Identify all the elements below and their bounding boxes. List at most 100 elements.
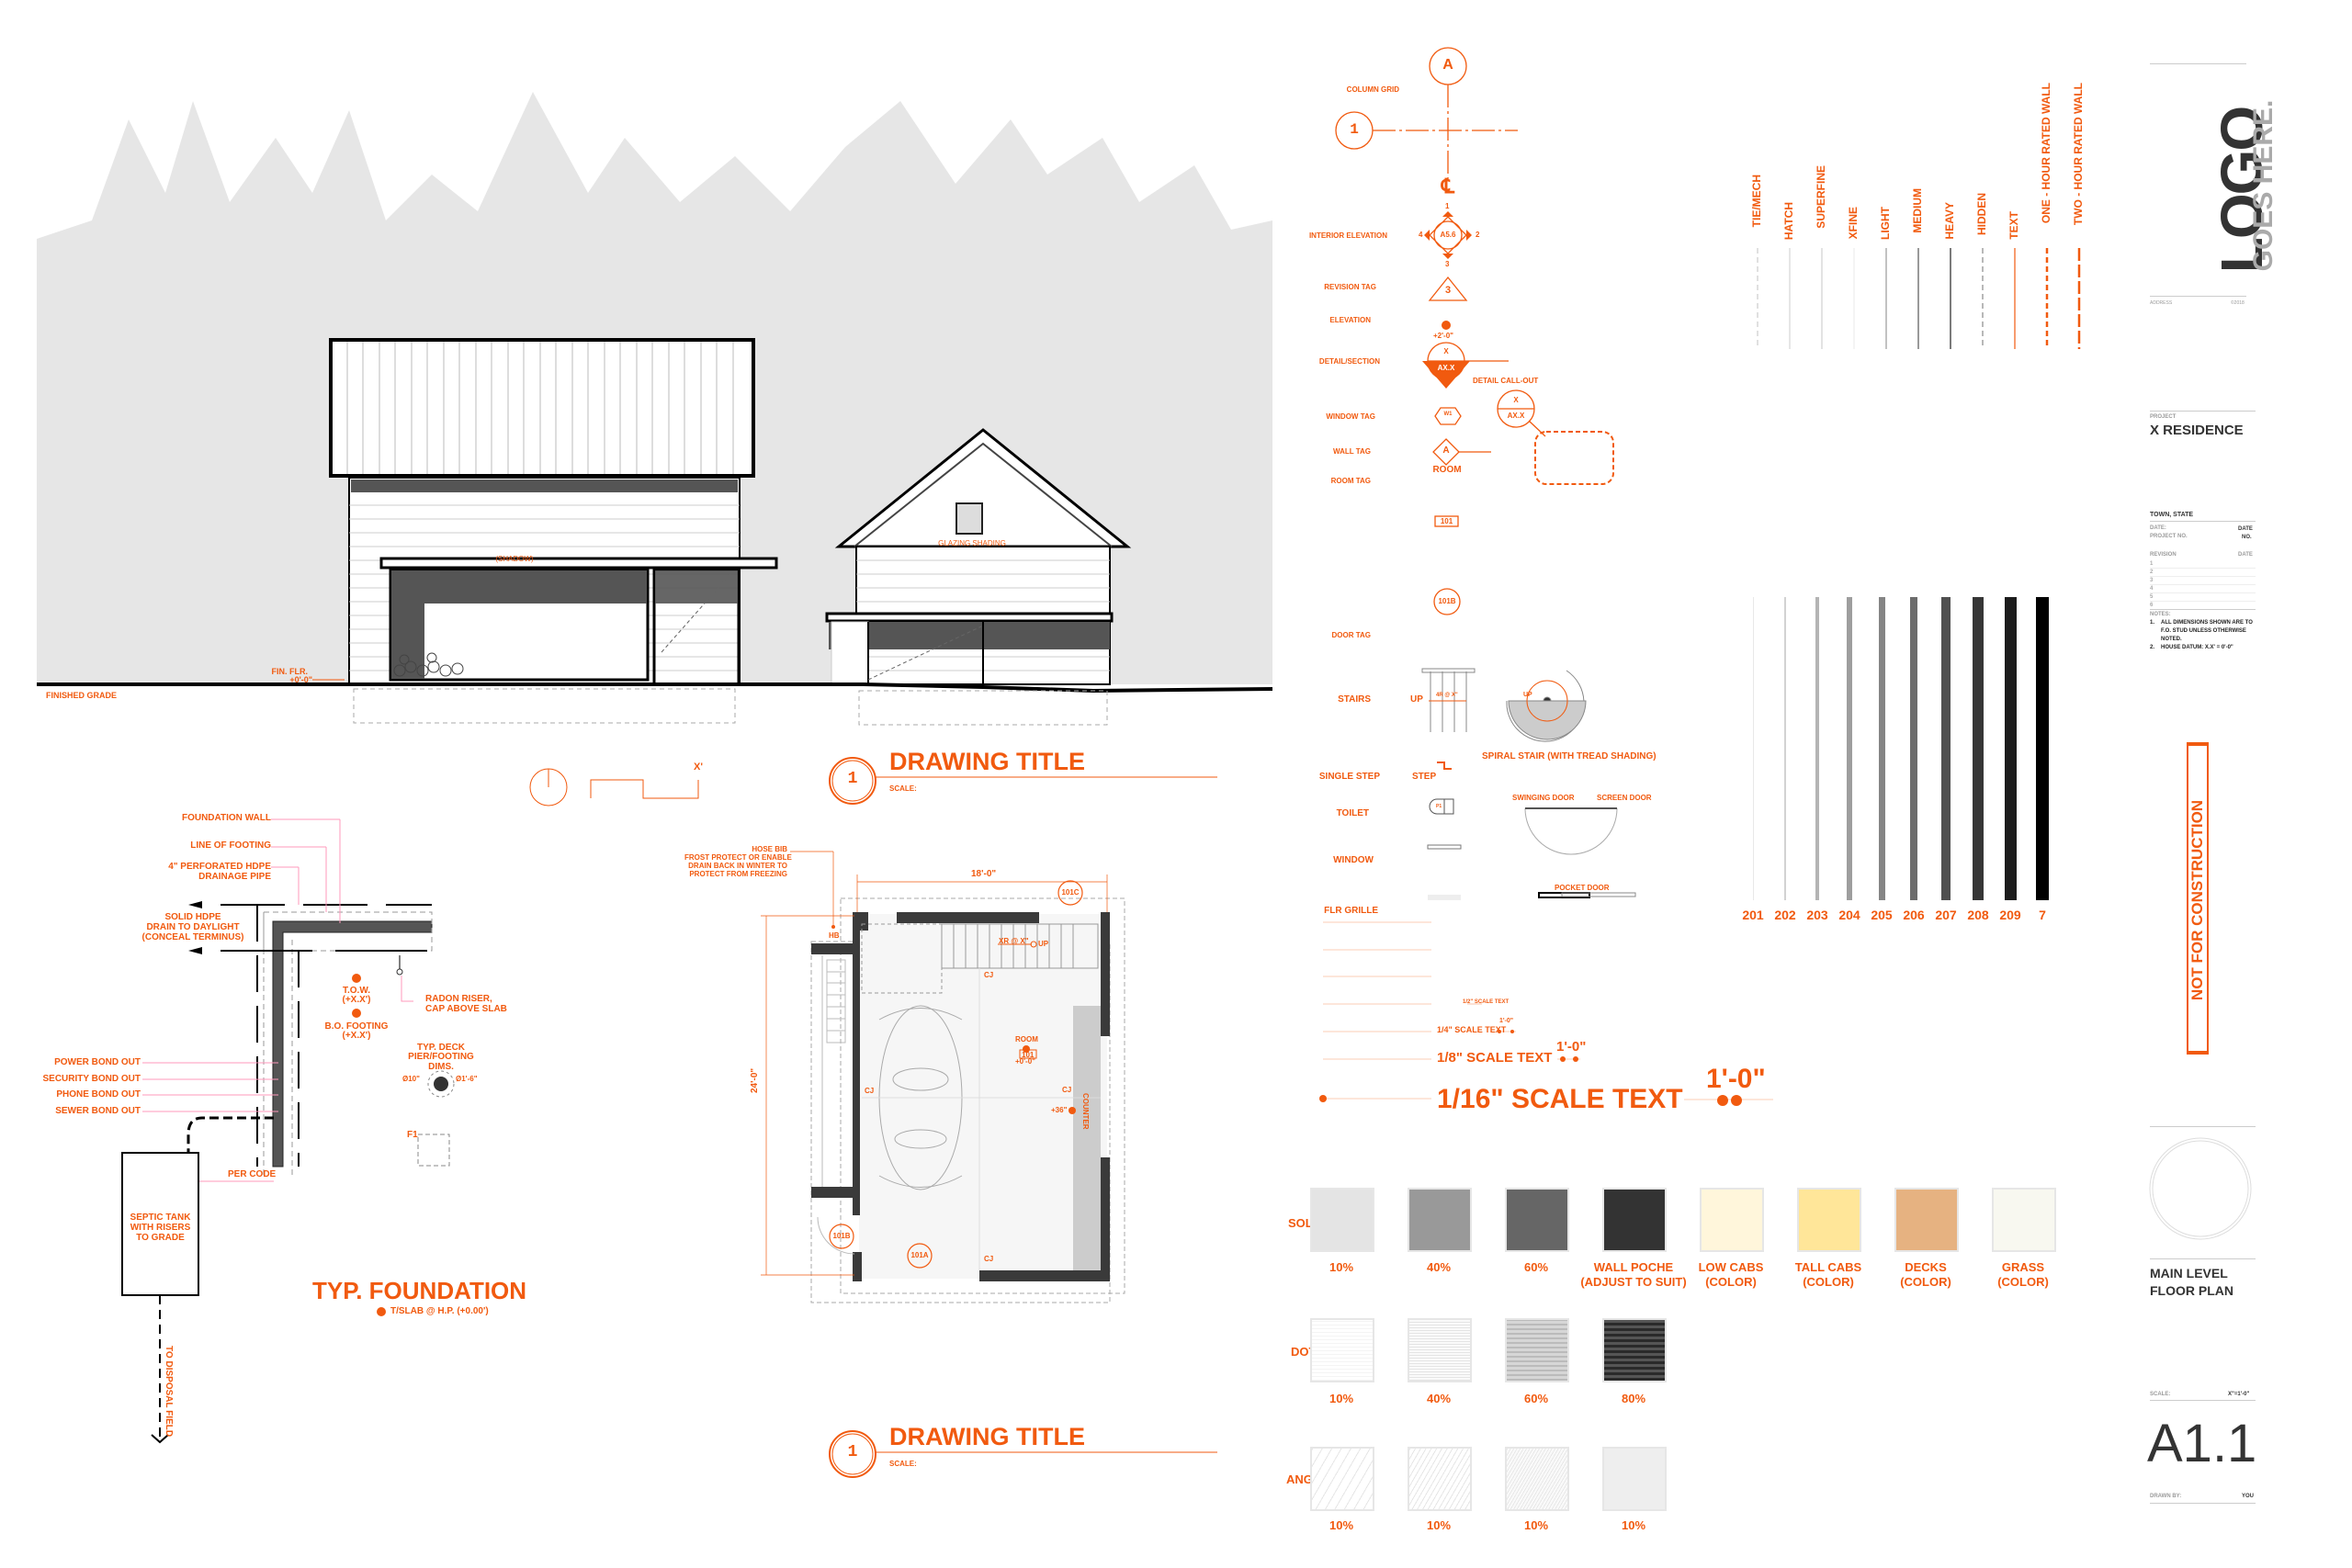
- septic-tank-label-3: TO GRADE: [136, 1233, 185, 1243]
- project-name: X RESIDENCE: [2150, 423, 2244, 438]
- room-tag-label: ROOM TAG: [1330, 477, 1371, 485]
- revision-row: 3: [2150, 577, 2256, 585]
- single-step-label: SINGLE STEP: [1318, 772, 1380, 782]
- sewer-bond-out-callout: SEWER BOND OUT: [55, 1106, 141, 1116]
- door-tag-101c[interactable]: 101C: [1058, 888, 1082, 897]
- hatch-swatch-dots: [1310, 1318, 1374, 1382]
- project-location: TOWN, STATE: [2150, 512, 2194, 518]
- door-tag-101b[interactable]: 101B: [830, 1232, 854, 1240]
- notes-list: 1. ALL DIMENSIONS SHOWN ARE TO F.O. STUD …: [2150, 619, 2256, 652]
- interior-elevation-n4: 4: [1419, 231, 1423, 239]
- drawing-title-2: 1 DRAWING TITLE SCALE:: [822, 1419, 1217, 1483]
- pen-weight-bar: [1752, 597, 1754, 900]
- line-type-label: TEXT: [2007, 211, 2020, 240]
- hatch-label: 10%: [1621, 1518, 1646, 1532]
- revision-row: 1: [2150, 560, 2256, 569]
- line-type-sample: [1950, 248, 1951, 349]
- grade-line: [37, 682, 1273, 694]
- hatch-label: 60%: [1523, 1392, 1549, 1405]
- finished-grade-label: FINISHED GRADE: [46, 691, 117, 700]
- hatch-label: 10%: [1329, 1260, 1354, 1274]
- hatch-swatch-dots: [1602, 1318, 1667, 1382]
- pen-weight-bar: [1973, 597, 1984, 900]
- security-bond-out-callout: SECURITY BOND OUT: [42, 1074, 141, 1084]
- drainage-pipe-callout-1: 4" PERFORATED HDPE: [168, 862, 271, 872]
- hatch-swatch-dots: [1408, 1318, 1472, 1382]
- revision-row: 4: [2150, 585, 2256, 593]
- note-number: 2.: [2150, 645, 2155, 650]
- drawing-number-2: 1: [847, 1443, 858, 1461]
- toilet-value: P1: [1436, 804, 1442, 809]
- window-tag-label: WINDOW TAG: [1326, 412, 1375, 421]
- date-label: DATE:: [2150, 525, 2166, 531]
- hatch-swatch-angled: [1408, 1447, 1472, 1511]
- hatch-swatch-solid: [1505, 1188, 1569, 1252]
- hatch-label: LOW CABS: [1698, 1260, 1764, 1274]
- per-code-label: PER CODE: [228, 1169, 277, 1179]
- pen-weight-bar: [1878, 597, 1885, 900]
- control-joint-label-1: CJ: [984, 971, 994, 979]
- line-type-label: SUPERFINE: [1815, 165, 1827, 229]
- detail-callout-bottom: AX.X: [1507, 412, 1525, 420]
- line-of-footing-callout: LINE OF FOOTING: [190, 840, 271, 851]
- symbols-legend: COLUMN GRID A 1 ℄ INTERIOR ELEVATION A5.…: [1305, 37, 1672, 919]
- pier-diameter-small: Ø10": [402, 1075, 420, 1083]
- revision-tag-value: 3: [1444, 285, 1452, 296]
- line-type-label: TIE/MECH: [1750, 175, 1763, 228]
- hatch-swatch-solid: [1310, 1188, 1374, 1252]
- revision-date-label: DATE: [2238, 552, 2253, 558]
- scale-label: SCALE:: [2150, 1392, 2171, 1397]
- septic-tank-label-1: SEPTIC TANK: [130, 1213, 191, 1223]
- screen-door-label: SCREEN DOOR: [1597, 794, 1652, 802]
- interior-elevation-n2: 2: [1476, 231, 1480, 239]
- line-types-legend: TIE/MECH HATCH SUPERFINE XFINE LIGHT MEDIUM HE…: [1750, 83, 2118, 349]
- interior-elevation-label: INTERIOR ELEVATION: [1308, 231, 1387, 240]
- spiral-stair-up: UP: [1523, 692, 1532, 698]
- door-tag-value: 101B: [1438, 597, 1456, 605]
- hatch-label: 10%: [1329, 1518, 1354, 1532]
- control-joint-label-2: CJ: [865, 1087, 875, 1095]
- pen-weight-bar: [2004, 597, 2017, 900]
- stair-riser-note: XR @ X": [999, 937, 1029, 945]
- line-type-sample: [1789, 248, 1791, 349]
- radon-riser-callout-1: RADON RISER,: [425, 994, 492, 1004]
- stairs-up-label: UP: [1410, 694, 1423, 705]
- hatch-label: DECKS: [1905, 1260, 1947, 1274]
- power-bond-out-callout: POWER BOND OUT: [54, 1057, 141, 1067]
- hatch-label: 80%: [1621, 1392, 1646, 1405]
- hatch-swatch-solid: [1700, 1188, 1764, 1252]
- elevation-drawing: (SHADOW) FIN. FLR. +0'-0" GLAZING SHADIN…: [37, 83, 1273, 726]
- centerline-icon: ℄: [1441, 175, 1455, 197]
- pen-weight-label: 209: [1999, 908, 2021, 922]
- detail-section-bottom: AX.X: [1437, 364, 1455, 372]
- door-tag-101a[interactable]: 101A: [908, 1251, 932, 1259]
- counter-elevation: +36": [1051, 1106, 1068, 1114]
- footing-f1-label: F1: [407, 1130, 418, 1140]
- line-type-sample: [1821, 248, 1823, 349]
- line-type-sample: [2077, 248, 2081, 349]
- tslab-label: T/SLAB @ H.P. (+0.00'): [390, 1306, 489, 1316]
- room-tag-room: ROOM: [1432, 465, 1462, 475]
- solid-hdpe-callout-2: DRAIN TO DAYLIGHT: [146, 922, 240, 932]
- title-block: LOGO GOES HERE. ADDRESS ©2018 PROJECT X …: [2147, 55, 2278, 1525]
- copyright-label: ©2018: [2231, 300, 2245, 306]
- hose-bib-line-2: FROST PROTECT OR ENABLE: [684, 853, 792, 862]
- interior-elevation-n1: 1: [1445, 202, 1450, 210]
- not-for-construction-stamp: NOT FOR CONSTRUCTION: [2187, 742, 2209, 1055]
- quarter-scale-dim: 1'-0": [1499, 1018, 1514, 1024]
- line-type-label: TWO - HOUR RATED WALL: [2072, 83, 2085, 226]
- project-label: PROJECT: [2150, 414, 2177, 420]
- swinging-door-label: SWINGING DOOR: [1512, 794, 1575, 802]
- hatch-label: 40%: [1426, 1260, 1452, 1274]
- drawn-by-label: DRAWN BY:: [2150, 1494, 2182, 1499]
- hatch-swatch-solid: [1602, 1188, 1667, 1252]
- hatch-legend: SOLIDS DOTS ANGLED 10%40%60%WALL POCHE(A…: [1286, 1185, 2132, 1562]
- sixteenth-scale-text: 1/16" SCALE TEXT: [1437, 1084, 1683, 1114]
- interior-elevation-sheet: A5.6: [1440, 231, 1456, 239]
- hose-bib-callout: HOSE BIB FROST PROTECT OR ENABLE DRAIN B…: [684, 845, 792, 878]
- flr-grille-label: FLR GRILLE: [1324, 906, 1378, 916]
- drawn-by-value: YOU: [2242, 1494, 2255, 1499]
- note-item: 1. ALL DIMENSIONS SHOWN ARE TO F.O. STUD …: [2150, 619, 2256, 644]
- stamp-text: NOT FOR CONSTRUCTION: [2188, 799, 2206, 1001]
- hatch-swatch-dots: [1505, 1318, 1569, 1382]
